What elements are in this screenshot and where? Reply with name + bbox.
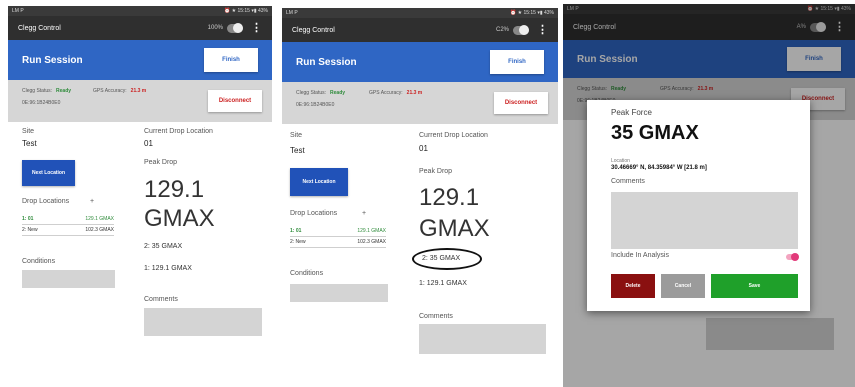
status-bar: LM P ⏰ ★ 15:15 ▾▮ 43% [282, 8, 558, 18]
finish-button[interactable]: Finish [204, 48, 258, 72]
drop-locations-list: 1: 01 129.1 GMAX 2: New 102.3 GMAX [22, 214, 114, 236]
add-location-icon[interactable]: + [362, 210, 366, 217]
battery-level: 100% [207, 25, 223, 31]
peak-drop-label: Peak Drop [419, 168, 453, 175]
include-analysis-toggle[interactable] [786, 253, 799, 261]
disconnect-button[interactable]: Disconnect [494, 92, 548, 114]
current-drop-label: Current Drop Location [419, 132, 488, 139]
peak-drop-unit: GMAX [419, 215, 490, 242]
gps-accuracy-label: GPS Accuracy: [93, 88, 127, 94]
overflow-menu-icon[interactable]: ⋮ [537, 24, 548, 36]
current-drop-value: 01 [144, 139, 153, 148]
screen-panel-1: LM P ⏰ ★ 15:15 ▾▮ 43% Clegg Control 100%… [8, 6, 272, 382]
clegg-status-label: Clegg Status: [296, 90, 327, 96]
app-title: Clegg Control [18, 24, 61, 32]
current-drop-label: Current Drop Location [144, 128, 213, 135]
clegg-status-row: Clegg Status: Ready GPS Accuracy: 21.3 m… [8, 80, 272, 122]
conditions-field[interactable] [22, 270, 115, 288]
session-title: Run Session [22, 54, 83, 66]
drop-entry-1[interactable]: 1: 129.1 GMAX [144, 265, 192, 272]
clegg-status-label: Clegg Status: [22, 88, 53, 94]
status-bar: LM P ⏰ ★ 15:15 ▾▮ 43% [8, 6, 272, 16]
drop-locations-list: 1: 01 129.1 GMAX 2: New 102.3 GMAX [290, 226, 386, 248]
app-title: Clegg Control [292, 26, 335, 34]
session-bar: Run Session Finish [8, 40, 272, 80]
comments-field[interactable] [419, 324, 546, 354]
next-location-button[interactable]: Next Location [22, 160, 75, 186]
disconnect-button[interactable]: Disconnect [208, 90, 262, 112]
session-title: Run Session [296, 56, 357, 68]
drop-locations-label: Drop Locations [22, 198, 70, 205]
drop-entry-2[interactable]: 2: 35 GMAX [422, 255, 460, 262]
peak-drop-unit: GMAX [144, 205, 215, 232]
peak-drop-label: Peak Drop [144, 159, 178, 166]
list-item[interactable]: 1: 01 129.1 GMAX [22, 214, 114, 225]
clegg-status-row: Clegg Status: Ready GPS Accuracy: 21.3 m… [282, 82, 558, 124]
overflow-menu-icon[interactable]: ⋮ [251, 22, 262, 34]
add-location-icon[interactable]: + [90, 198, 94, 205]
battery-level: C2% [495, 27, 509, 33]
dialog-title: Peak Force [611, 108, 652, 117]
peak-drop-value: 129.1 [144, 176, 205, 203]
app-bar: Clegg Control C2% ⋮ [282, 18, 558, 42]
session-bar: Run Session Finish [282, 42, 558, 82]
dialog-comments-field[interactable] [611, 192, 798, 249]
save-button[interactable]: Save [711, 274, 798, 298]
cancel-button[interactable]: Cancel [661, 274, 705, 298]
location-value: 30.46669° N, 84.35984° W [21.8 m] [611, 165, 707, 171]
include-analysis-label: Include In Analysis [611, 252, 669, 259]
dialog-comments-label: Comments [611, 178, 645, 185]
app-bar: Clegg Control 100% ⋮ [8, 16, 272, 40]
clegg-status-value: Ready [56, 88, 72, 94]
site-label: Site [290, 132, 303, 139]
conditions-field[interactable] [290, 284, 388, 302]
finish-button[interactable]: Finish [490, 50, 544, 74]
list-item[interactable]: 2: New 102.3 GMAX [22, 225, 114, 236]
drop-entry-2[interactable]: 2: 35 GMAX [144, 243, 182, 250]
comments-label: Comments [419, 313, 453, 320]
conditions-label: Conditions [22, 258, 56, 265]
connection-toggle[interactable] [513, 24, 529, 35]
current-drop-value: 01 [419, 144, 428, 153]
conditions-label: Conditions [290, 270, 324, 277]
next-location-button[interactable]: Next Location [290, 168, 348, 196]
site-label: Site [22, 128, 35, 135]
comments-label: Comments [144, 296, 178, 303]
connection-toggle[interactable] [227, 22, 243, 33]
peak-force-value: 35 GMAX [611, 122, 699, 144]
gps-accuracy-label: GPS Accuracy: [369, 90, 403, 96]
clegg-status-value: Ready [330, 90, 346, 96]
screen-panel-2: LM P ⏰ ★ 15:15 ▾▮ 43% Clegg Control C2% … [282, 8, 558, 387]
gps-accuracy-value: 21.3 m [130, 88, 147, 94]
drop-locations-label: Drop Locations [290, 210, 338, 217]
peak-force-dialog: Peak Force 35 GMAX Location 30.46669° N,… [587, 100, 810, 311]
location-label: Location [611, 158, 630, 164]
site-value: Test [290, 146, 305, 155]
delete-button[interactable]: Delete [611, 274, 655, 298]
screen-panel-3: LM P ⏰ ★ 15:15 ▾▮ 43% Clegg Control A% ⋮… [563, 4, 855, 387]
peak-drop-value: 129.1 [419, 184, 480, 211]
gps-accuracy-value: 21.3 m [406, 90, 423, 96]
comments-field[interactable] [144, 308, 262, 336]
list-item[interactable]: 2: New 102.3 GMAX [290, 237, 386, 248]
site-value: Test [22, 139, 37, 148]
list-item[interactable]: 1: 01 129.1 GMAX [290, 226, 386, 237]
drop-entry-1[interactable]: 1: 129.1 GMAX [419, 280, 467, 287]
